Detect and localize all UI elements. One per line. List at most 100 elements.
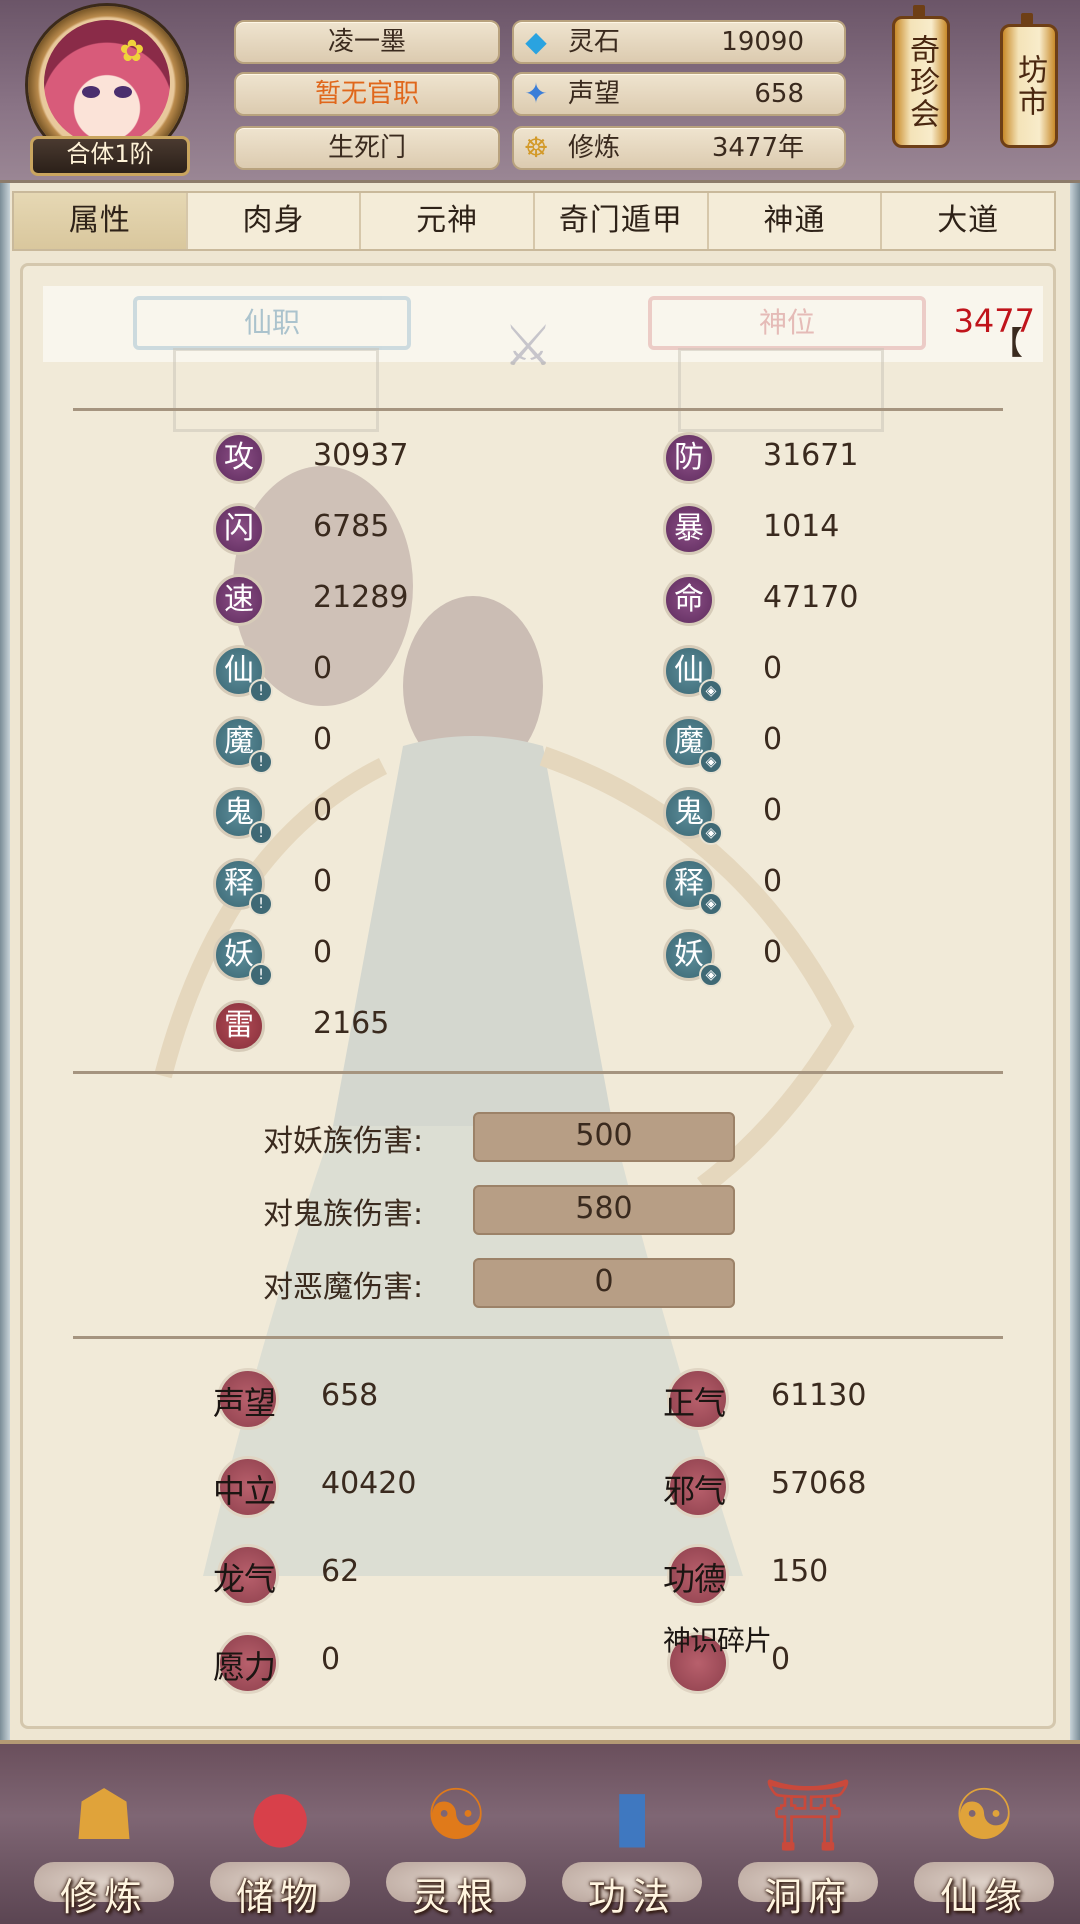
avatar-portrait: ✿ [44,20,170,146]
nav-label: 功法 [587,1875,676,1919]
rep-label: 功德 [663,1560,726,1598]
rep-value: 61130 [771,1378,867,1413]
resource-meditation[interactable]: ☸ 修炼 3477年 [512,126,846,170]
nav-spirit-root[interactable]: ☯ 灵根 [376,1754,536,1924]
attack-element-icon: ! [249,750,273,774]
hair-flower-icon: ✿ [119,34,145,69]
market-button[interactable]: 坊市 [1000,13,1058,148]
top-status-bar: ✿ 合体1阶 凌一墨 暂无官职 生死门 ◆ 灵石 19090 ✦ 声望 658 ☸ 修炼 347… [0,0,1080,180]
damage-row: 对恶魔伤害: 0 [263,1258,743,1308]
attack-element-icon: ! [249,963,273,987]
stat-value: 0 [763,651,783,686]
resource-label: 修炼 [568,133,621,163]
divider [73,408,1003,411]
stat-value: 0 [763,935,783,970]
nav-label: 修炼 [59,1875,148,1919]
stat-value: 0 [313,722,333,757]
rep-value: 62 [321,1554,360,1589]
storage-bag-icon: ● [249,1774,311,1856]
rep-label: 正气 [663,1384,726,1422]
stat-value: 21289 [313,580,409,615]
rep-label: 愿力 [213,1648,276,1686]
nav-cultivation[interactable]: ☗ 修炼 [24,1754,184,1924]
attack-element-icon: ! [249,892,273,916]
player-name: 凌一墨 [234,20,500,64]
defense-element-icon: ◈ [699,750,723,774]
nav-label: 灵根 [411,1875,500,1919]
nav-cave-dwelling[interactable]: ⛩ 洞府 [728,1754,888,1924]
divider [73,1071,1003,1074]
stat-value: 0 [313,864,333,899]
tab-4[interactable]: 神通 [709,193,883,249]
rep-reputation_left-3: 愿力 0 [213,1632,477,1694]
damage-label: 对恶魔伤害: [263,1270,424,1305]
stat-value: 0 [763,864,783,899]
nav-technique-book[interactable]: ▮ 功法 [552,1754,712,1924]
ticker-bracket: 【 [990,324,1023,362]
stat-value: 0 [313,935,333,970]
stat-value: 6785 [313,509,390,544]
damage-value: 580 [473,1185,735,1235]
nav-storage-bag[interactable]: ● 储物 [200,1754,360,1924]
resource-value: 19090 [721,27,804,57]
stat-value: 1014 [763,509,840,544]
defense-element-icon: ◈ [699,892,723,916]
bottom-navigation: ☗ 修炼 ● 储物 ☯ 灵根 ▮ 功法 ⛩ 洞府 ☯ 仙缘 [0,1740,1080,1924]
immortal-post-slot[interactable] [173,348,379,432]
nav-label: 洞府 [763,1875,852,1919]
rep-reputation_right-1: 邪气 57068 [663,1456,927,1518]
damage-value: 0 [473,1258,735,1308]
tab-2[interactable]: 元神 [361,193,536,249]
official-title[interactable]: 暂无官职 [234,72,500,116]
rep-value: 658 [321,1378,379,1413]
damage-value: 500 [473,1112,735,1162]
technique-book-icon: ▮ [612,1774,652,1856]
meditation-icon: ☸ [523,131,549,164]
tab-5[interactable]: 大道 [882,193,1054,249]
divine-seat-slot[interactable] [678,348,884,432]
rep-value: 57068 [771,1466,867,1501]
rep-reputation_right-3: 神识碎片 0 [663,1626,927,1694]
sect-name[interactable]: 生死门 [234,126,500,170]
nav-label: 储物 [235,1875,324,1919]
stat-badge: 雷 [213,1000,265,1052]
stat-value: 0 [313,651,333,686]
damage-label: 对鬼族伤害: [263,1197,424,1232]
crossed-swords-icon: ⚔ [503,314,554,379]
treasure-auction-button[interactable]: 奇珍会 [892,5,950,148]
rep-label: 神识碎片 [663,1624,772,1657]
tab-bar: 属性 肉身 元神 奇门遁甲 神通 大道 [12,191,1056,251]
rep-reputation_right-2: 功德 150 [663,1544,927,1606]
rep-reputation_left-0: 声望 658 [213,1368,477,1430]
spirit-stone-icon: ◆ [525,25,547,58]
rep-value: 150 [771,1554,829,1589]
resource-spirit-stone[interactable]: ◆ 灵石 19090 [512,20,846,64]
tab-0[interactable]: 属性 [14,193,188,249]
nav-label: 仙缘 [939,1875,1028,1919]
stat-badge: 命 [663,574,715,626]
rank-badge: 合体1阶 [30,136,190,176]
stat-value: 2165 [313,1006,390,1041]
nav-gourd[interactable]: ☯ 仙缘 [904,1754,1064,1924]
tab-3[interactable]: 奇门遁甲 [535,193,709,249]
rep-reputation_right-0: 正气 61130 [663,1368,927,1430]
stat-badge: 暴 [663,503,715,555]
tab-1[interactable]: 肉身 [188,193,362,249]
resource-value: 3477年 [711,133,804,163]
stat-badge: 速 [213,574,265,626]
defense-element-icon: ◈ [699,963,723,987]
rep-reputation_left-2: 龙气 62 [213,1544,477,1606]
resource-reputation[interactable]: ✦ 声望 658 [512,72,846,116]
immortal-post-plaque[interactable]: 仙职 [133,296,411,350]
rep-reputation_left-1: 中立 40420 [213,1456,477,1518]
reputation-icon: ✦ [524,77,548,110]
rep-value: 40420 [321,1466,417,1501]
rep-label: 声望 [213,1384,276,1422]
stat-badge: 攻 [213,432,265,484]
rep-value: 0 [321,1642,341,1677]
attack-element-icon: ! [249,679,273,703]
stat-badge: 防 [663,432,715,484]
stat-value: 0 [763,793,783,828]
stat-value: 30937 [313,438,409,473]
divine-seat-plaque[interactable]: 神位 [648,296,926,350]
